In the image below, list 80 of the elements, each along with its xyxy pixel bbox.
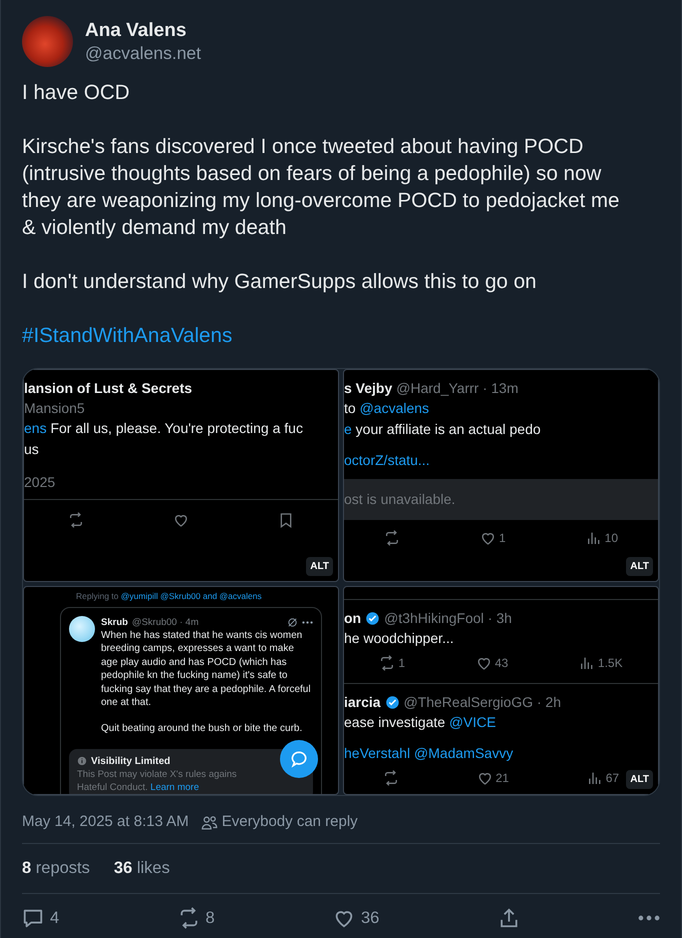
bookmark-icon [278, 512, 294, 528]
tweet-text: to @acvalens [344, 399, 430, 418]
alt-badge: ALT [626, 770, 653, 789]
mention-link[interactable]: octorZ/statu... [344, 452, 430, 468]
tweet-text: e your affiliate is an actual pedo [344, 420, 542, 439]
action-count: 1 [498, 530, 506, 547]
user-name: Skrub [101, 616, 128, 629]
mention-link[interactable]: @VICE [449, 714, 496, 730]
reply-setting: Everybody can reply [222, 812, 358, 832]
more-button[interactable] [638, 915, 660, 922]
post-text: Kirsche's fans discovered I once tweeted about having POCD (intrusive thoughts based on fears of being a pedophile) so now they are weaponizing my long-overcome POCD to pedojacket me & violently demand my death [22, 134, 621, 241]
action-count: 21 [496, 770, 509, 787]
mention-link[interactable]: ens [24, 420, 47, 436]
heart-icon [172, 512, 189, 528]
verified-badge-icon [365, 610, 380, 626]
slashed-circle-icon [287, 617, 298, 628]
bar-chart-icon [586, 770, 603, 786]
repost-icon [384, 530, 400, 546]
visibility-text: Hateful Conduct. Learn more [77, 780, 200, 794]
user-handle: @Hard_Yarrr · 13m [396, 379, 518, 398]
speech-bubble-icon [22, 907, 44, 930]
action-count: 10 [604, 530, 618, 547]
post-date: 2025 [24, 473, 56, 492]
mention-link[interactable]: heVerstahl @MadamSavvy [344, 745, 514, 761]
reply-button[interactable]: 4 [22, 906, 60, 930]
chat-button[interactable] [280, 740, 318, 778]
bar-chart-icon [578, 655, 595, 671]
tweet-text: ease investigate @VICE [344, 713, 497, 732]
repost-icon [382, 770, 399, 786]
verified-badge-icon [384, 694, 400, 710]
tweet-text: he woodchipper... [344, 629, 455, 648]
user-handle: @TheRealSergioGG · 2h [404, 693, 561, 712]
user-name: on [344, 609, 362, 628]
alt-badge: ALT [626, 557, 653, 576]
avatar [69, 616, 95, 642]
speech-bubble-icon [289, 749, 309, 769]
action-count: 43 [494, 655, 508, 672]
post-timestamp[interactable]: May 14, 2025 at 8:13 AM [22, 810, 189, 834]
user-name: lansion of Lust & Secrets [24, 379, 192, 398]
hashtag-link[interactable]: #IStandWithAnaValens [22, 322, 660, 349]
repost-button[interactable]: 8 [178, 906, 215, 930]
more-icon [302, 621, 313, 624]
alt-badge: ALT [306, 557, 333, 576]
info-icon [77, 756, 87, 766]
user-handle: @t3hHikingFool · 3h [384, 609, 512, 628]
post-text: I have OCD [22, 80, 131, 106]
mention-link[interactable]: @yumipill @Skrub00 and @acvalens [120, 591, 262, 601]
action-count: 67 [606, 770, 620, 787]
repost-icon [68, 512, 84, 528]
replying-text: Replying to @yumipill @Skrub00 and @acvalens [75, 591, 263, 601]
tweet-text: us [24, 440, 40, 459]
user-handle: Mansion5 [24, 399, 86, 418]
action-count: 1.5K [598, 655, 623, 672]
visibility-text: This Post may violate X's rules agains [77, 768, 238, 781]
people-icon [200, 814, 218, 830]
user-name: s Vejby [344, 379, 392, 398]
stat-link[interactable]: 36 likes [114, 856, 170, 881]
tweet-text: ens For all us, please. You're protecting a fuc [24, 419, 304, 438]
heart-icon [480, 530, 496, 546]
action-count: 1 [398, 655, 406, 672]
mention-link[interactable]: @acvalens [360, 400, 430, 416]
like-button[interactable]: 36 [333, 906, 380, 930]
stat-link[interactable]: 8 reposts [22, 856, 90, 881]
heart-icon [476, 770, 493, 786]
user-name: iarcia [344, 693, 381, 712]
heart-icon [476, 655, 492, 671]
bar-chart-icon [586, 530, 602, 546]
quoted-text: When he has stated that he wants cis women breeding camps, expresses a want to make age play audio and has POCD (which has pedophile kn the fucking name) it's safe to fucking say that they are a pedophile. A forceful one at that. [101, 629, 312, 710]
user-handle: @Skrub00 · 4m [132, 616, 199, 629]
mention-link[interactable]: e [344, 421, 352, 437]
repost-icon [379, 655, 396, 671]
avatar [22, 16, 73, 67]
quoted-text: Quit beating around the bush or bite the curb. [101, 722, 304, 736]
more-icon [638, 915, 660, 922]
unavailable-notice: ost is unavailable. [344, 479, 658, 520]
post-text: I don't understand why GamerSupps allows this to go on [22, 269, 538, 295]
visibility-title: Visibility Limited [91, 754, 170, 768]
author-name: Ana Valens [85, 20, 188, 42]
mention-link[interactable]: Learn more [150, 782, 199, 793]
author-handle: @acvalens.net [85, 42, 202, 64]
